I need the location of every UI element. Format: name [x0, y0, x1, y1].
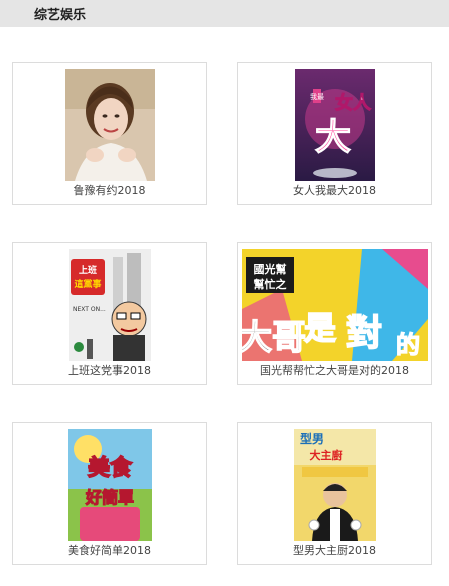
svg-text:大: 大	[314, 117, 350, 158]
program-card[interactable]: 我最 女人 大 女人我最大2018	[237, 62, 432, 205]
program-thumbnail[interactable]: 美食 好簡單	[67, 429, 152, 541]
svg-text:女人: 女人	[335, 92, 372, 114]
program-thumbnail[interactable]: 上班 這黨事 NEXT ON...	[68, 249, 151, 361]
program-card[interactable]: 鲁豫有约2018	[12, 62, 207, 205]
show-poster-icon: 型男 大主廚	[293, 429, 376, 541]
svg-text:幫忙之: 幫忙之	[253, 277, 286, 291]
svg-text:型男: 型男	[299, 431, 323, 446]
show-poster-icon: 上班 這黨事 NEXT ON...	[68, 249, 151, 361]
show-poster-icon: 國光幫 幫忙之 大哥 是 對 的	[241, 249, 428, 361]
svg-text:我最: 我最	[310, 92, 324, 101]
program-title[interactable]: 鲁豫有约2018	[13, 182, 206, 198]
svg-text:NEXT ON...: NEXT ON...	[73, 306, 106, 313]
program-thumbnail[interactable]	[64, 69, 155, 181]
show-poster-icon: 我最 女人 大	[294, 69, 375, 181]
svg-text:上班: 上班	[78, 264, 96, 276]
svg-text:美食: 美食	[87, 455, 132, 481]
program-title[interactable]: 美食好简单2018	[13, 542, 206, 558]
portrait-woman-icon	[64, 69, 155, 181]
svg-text:大哥: 大哥	[242, 318, 306, 358]
section-header: 综艺娱乐	[0, 0, 449, 27]
program-title[interactable]: 上班这党事2018	[13, 362, 206, 378]
svg-text:這黨事: 這黨事	[74, 278, 101, 290]
program-title[interactable]: 国光帮帮忙之大哥是对的2018	[238, 362, 431, 378]
program-title[interactable]: 女人我最大2018	[238, 182, 431, 198]
program-thumbnail[interactable]: 我最 女人 大	[294, 69, 375, 181]
svg-text:好簡單: 好簡單	[84, 488, 133, 507]
program-card[interactable]: 上班 這黨事 NEXT ON... 上班这党事2018	[12, 242, 207, 385]
section-title: 综艺娱乐	[34, 8, 87, 23]
svg-text:是: 是	[303, 309, 335, 347]
svg-text:的: 的	[396, 331, 420, 359]
svg-text:國光幫: 國光幫	[253, 262, 286, 276]
program-card[interactable]: 國光幫 幫忙之 大哥 是 對 的 国光帮帮忙之大哥是对的2018	[237, 242, 432, 385]
program-title[interactable]: 型男大主厨2018	[238, 542, 431, 558]
program-thumbnail[interactable]: 型男 大主廚	[293, 429, 376, 541]
show-poster-icon: 美食 好簡單	[67, 429, 152, 541]
program-card[interactable]: 美食 好簡單 美食好简单2018	[12, 422, 207, 565]
svg-text:對: 對	[345, 313, 381, 354]
program-thumbnail[interactable]: 國光幫 幫忙之 大哥 是 對 的	[241, 249, 428, 361]
program-card[interactable]: 型男 大主廚 型男大主厨2018	[237, 422, 432, 565]
svg-text:大主廚: 大主廚	[309, 448, 342, 462]
